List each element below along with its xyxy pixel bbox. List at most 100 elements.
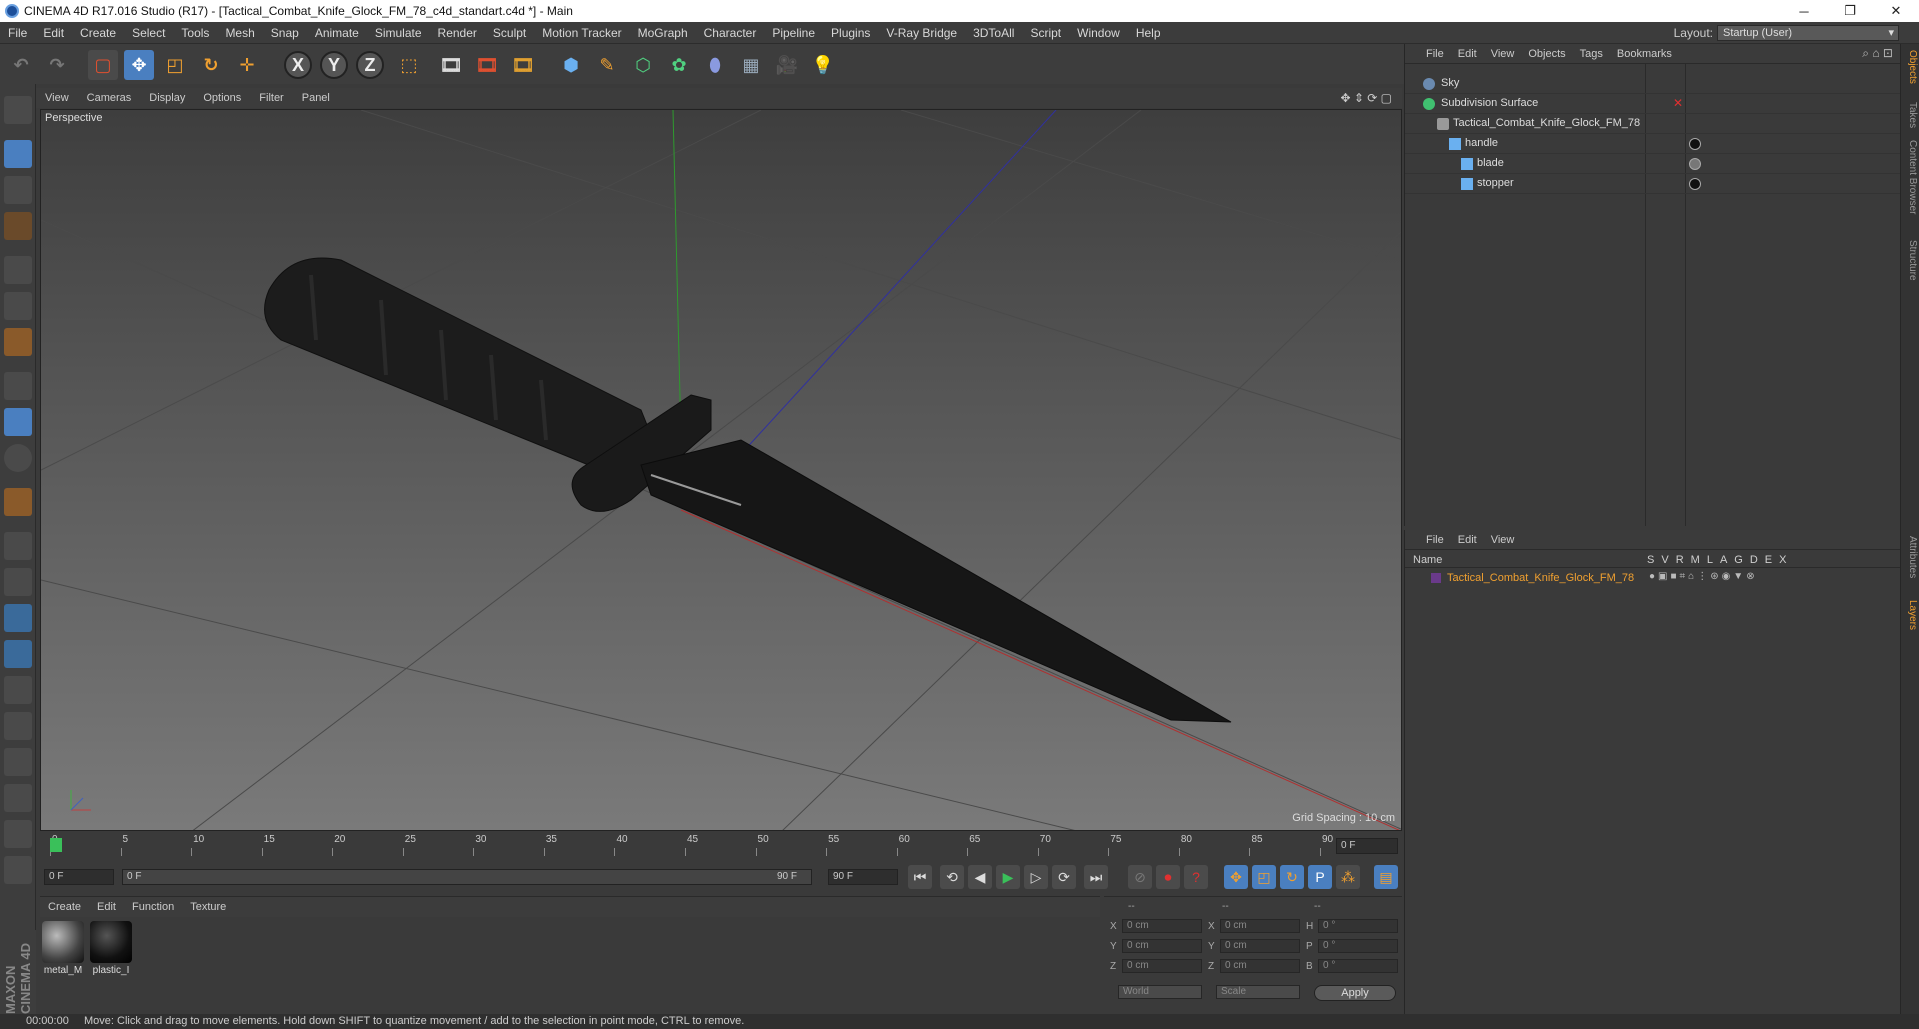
material-menu-texture[interactable]: Texture [182,901,234,913]
end-frame-field[interactable]: 90 F [828,869,898,885]
python-icon[interactable] [4,604,32,632]
autokey-icon[interactable]: ⏺ [1156,865,1180,889]
playhead-marker[interactable] [50,838,62,852]
transform-tool-icon[interactable]: ✛ [232,50,262,80]
menu-character[interactable]: Character [696,26,765,40]
material-menu-create[interactable]: Create [40,901,89,913]
rotation-p-field[interactable]: 0 ° [1318,939,1398,953]
disabled-x-icon[interactable]: ✕ [1673,96,1683,110]
previous-key-icon[interactable]: ⟲ [940,865,964,889]
coordinate-system-icon[interactable]: ⬚ [394,50,424,80]
om-menu-edit[interactable]: Edit [1451,48,1484,60]
points-mode-icon[interactable] [4,256,32,284]
start-frame-field[interactable]: 0 F [44,869,114,885]
position-x-field[interactable]: 0 cm [1122,919,1202,933]
record-keys-icon[interactable]: ⊘ [1128,865,1152,889]
undo-icon[interactable]: ↶ [6,50,36,80]
minimize-button[interactable]: ─ [1781,0,1827,22]
light-icon[interactable]: 💡 [808,50,838,80]
deformer-icon[interactable]: ⬮ [700,50,730,80]
tab-layers[interactable]: Layers [1903,600,1918,630]
workplane-mode-icon[interactable] [4,212,32,240]
measure-icon[interactable] [4,856,32,884]
menu-window[interactable]: Window [1069,26,1128,40]
locked-workplane-icon[interactable] [4,568,32,596]
position-key-icon[interactable]: ✥ [1224,865,1248,889]
menu-plugins[interactable]: Plugins [823,26,878,40]
om-menu-file[interactable]: File [1419,48,1451,60]
viewport-menu-filter[interactable]: Filter [250,92,292,104]
menu-render[interactable]: Render [430,26,485,40]
apply-button[interactable]: Apply [1314,985,1396,1001]
size-x-field[interactable]: 0 cm [1220,919,1300,933]
viewport-menu-display[interactable]: Display [140,92,194,104]
om-menu-objects[interactable]: Objects [1521,48,1572,60]
material-tag-icon[interactable] [1689,158,1701,170]
cloner-icon[interactable]: ✿ [664,50,694,80]
play-icon[interactable]: ▶ [996,865,1020,889]
object-row-sky[interactable]: Sky [1405,74,1901,94]
tab-attributes[interactable]: Attributes [1903,536,1918,578]
lm-menu-view[interactable]: View [1484,534,1522,546]
snap-icon[interactable] [4,444,32,472]
menu-3dtoall[interactable]: 3DToAll [965,26,1022,40]
render-picture-viewer-icon[interactable]: 🎞 [472,50,502,80]
search-icon[interactable]: ⌕ ⌂ ⊡ [1862,46,1893,61]
material-swatch[interactable]: plastic_I [90,921,132,979]
menu-pipeline[interactable]: Pipeline [764,26,823,40]
menu-file[interactable]: File [0,26,35,40]
rotation-h-field[interactable]: 0 ° [1318,919,1398,933]
point-level-key-icon[interactable]: ⁂ [1336,865,1360,889]
material-swatch[interactable]: metal_M [42,921,84,979]
redo-icon[interactable]: ↷ [42,50,72,80]
floor-icon[interactable]: ▦ [736,50,766,80]
object-row-stopper[interactable]: stopper [1405,174,1901,194]
current-frame-field[interactable]: 0 F [1336,838,1398,854]
python-script-icon[interactable] [4,640,32,668]
maximize-button[interactable]: ❐ [1827,0,1873,22]
coordinate-mode-dropdown[interactable]: World [1118,985,1202,999]
menu-create[interactable]: Create [72,26,124,40]
tweak-mode-icon[interactable] [4,408,32,436]
tab-structure[interactable]: Structure [1903,240,1918,281]
perspective-viewport[interactable]: Perspective Grid Spacing : 10 cm [40,109,1402,831]
size-z-field[interactable]: 0 cm [1220,959,1300,973]
polygons-mode-icon[interactable] [4,328,32,356]
tab-takes[interactable]: Takes [1903,102,1918,128]
viewport-nav-icons[interactable]: ✥ ⇕ ⟳ ▢ [1340,91,1392,105]
layout-dropdown[interactable]: Startup (User) ▾ [1717,25,1899,41]
cube-primitive-icon[interactable]: ⬢ [556,50,586,80]
rotation-b-field[interactable]: 0 ° [1318,959,1398,973]
sculpt-brush-icon[interactable] [4,748,32,776]
object-row-handle[interactable]: handle [1405,134,1901,154]
camera-icon[interactable]: 🎥 [772,50,802,80]
texture-mode-icon[interactable] [4,176,32,204]
rotation-key-icon[interactable]: ↻ [1280,865,1304,889]
size-y-field[interactable]: 0 cm [1220,939,1300,953]
z-axis-lock-icon[interactable]: Z [356,51,384,79]
lm-menu-edit[interactable]: Edit [1451,534,1484,546]
grab-brush-icon[interactable] [4,820,32,848]
menu-mesh[interactable]: Mesh [217,26,262,40]
x-axis-lock-icon[interactable]: X [284,51,312,79]
previous-frame-icon[interactable]: ◀ [968,865,992,889]
timeline-ruler[interactable]: 051015202530354045505560657075808590 0 F [40,834,1402,858]
close-button[interactable]: ✕ [1873,0,1919,22]
menu-animate[interactable]: Animate [307,26,367,40]
magnet-icon[interactable] [4,488,32,516]
pen-spline-icon[interactable]: ✎ [592,50,622,80]
edges-mode-icon[interactable] [4,292,32,320]
layer-color-swatch[interactable] [1431,573,1441,583]
scale-tool-icon[interactable]: ◰ [160,50,190,80]
render-settings-icon[interactable]: 🎞 [508,50,538,80]
y-axis-lock-icon[interactable]: Y [320,51,348,79]
tab-objects[interactable]: Objects [1903,50,1918,84]
smooth-brush-icon[interactable] [4,784,32,812]
om-menu-bookmarks[interactable]: Bookmarks [1610,48,1679,60]
viewport-menu-cameras[interactable]: Cameras [78,92,141,104]
menu-mograph[interactable]: MoGraph [630,26,696,40]
keyframe-selection-icon[interactable]: ? [1184,865,1208,889]
viewport-menu-view[interactable]: View [36,92,78,104]
layer-flag-icons[interactable]: ●▣■⌗⌂⋮⊛◉▼⊗ [1649,571,1758,582]
next-key-icon[interactable]: ⟳ [1052,865,1076,889]
